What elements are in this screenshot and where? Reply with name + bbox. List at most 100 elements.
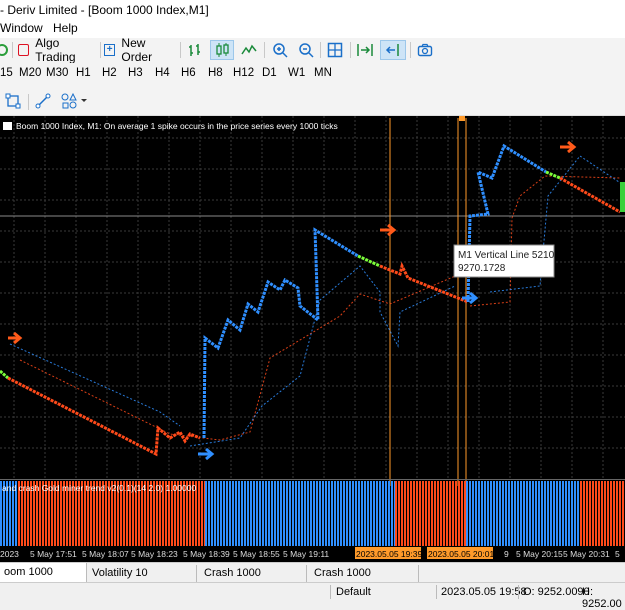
histogram-bar: [340, 481, 342, 546]
autoscroll-svg: [385, 44, 399, 56]
histogram-bar: [526, 481, 528, 546]
histogram-bar: [419, 481, 421, 546]
histogram-bar: [568, 481, 570, 546]
algo-trading-button[interactable]: Algo Trading: [18, 36, 98, 64]
histogram-bar: [352, 481, 354, 546]
histogram-bar: [443, 481, 445, 546]
menu-window[interactable]: Window: [0, 21, 43, 35]
histogram-bar: [592, 481, 594, 546]
bar-chart-icon[interactable]: [184, 40, 206, 60]
tf-h3[interactable]: H3: [128, 67, 143, 79]
trendline-icon[interactable]: [32, 91, 54, 111]
histogram-bar: [559, 481, 561, 546]
screenshot-icon[interactable]: [414, 40, 436, 60]
histogram-bar: [502, 481, 504, 546]
tf-h6[interactable]: H6: [181, 67, 196, 79]
histogram-bar: [265, 481, 267, 546]
histogram-bar: [271, 481, 273, 546]
tab-boom-1000[interactable]: oom 1000 Index,M1: [0, 563, 87, 597]
tf-15[interactable]: 15: [0, 67, 13, 79]
histogram-bar: [601, 481, 603, 546]
chart-shift-icon[interactable]: [353, 40, 377, 60]
time-label: 2023.05.05 20:01: [428, 549, 494, 559]
histogram-bar: [449, 481, 451, 546]
add-chart-icon[interactable]: [0, 40, 8, 60]
tf-h2[interactable]: H2: [102, 67, 117, 79]
tab-volatility-10[interactable]: Volatility 10 Index,M5: [88, 565, 197, 596]
tf-h1[interactable]: H1: [76, 67, 91, 79]
shapes-svg: [61, 93, 87, 109]
histogram-bar: [607, 481, 609, 546]
toolbar-separator: [350, 42, 351, 58]
histogram-bar: [410, 481, 412, 546]
histogram-bar: [220, 481, 222, 546]
histogram-bar: [208, 481, 210, 546]
histogram-bar: [398, 481, 400, 546]
time-label: 9: [504, 549, 509, 559]
histogram-bar: [201, 481, 203, 546]
status-datetime: 2023.05.05 19:58: [441, 586, 527, 598]
histogram-bar: [262, 481, 264, 546]
histogram-bar: [478, 481, 480, 546]
histogram-bar: [583, 481, 585, 546]
histogram-bar: [466, 481, 468, 546]
histogram-bar: [198, 481, 200, 546]
histogram-bar: [322, 481, 324, 546]
candlestick-icon[interactable]: [210, 40, 234, 60]
histogram-bar: [490, 481, 492, 546]
histogram-bar: [310, 481, 312, 546]
histogram-bar: [461, 481, 463, 546]
histogram-bar: [391, 481, 393, 546]
toolbar-separator: [28, 94, 29, 110]
tf-mn[interactable]: MN: [314, 67, 332, 79]
histogram-bar: [283, 481, 285, 546]
time-label: 2023: [0, 549, 19, 559]
histogram-bar: [346, 481, 348, 546]
histogram-bar: [475, 481, 477, 546]
histogram-bar: [301, 481, 303, 546]
menu-help[interactable]: Help: [53, 21, 78, 35]
tf-m30[interactable]: M30: [46, 67, 68, 79]
time-label: 5 May 18:23: [131, 549, 178, 559]
histogram-bar: [541, 481, 543, 546]
histogram-bar: [364, 481, 366, 546]
histogram-bar: [446, 481, 448, 546]
grid-icon[interactable]: [323, 40, 347, 60]
zoom-in-icon[interactable]: [268, 40, 292, 60]
time-label: 5 May 19:11: [283, 549, 329, 559]
histogram-bar: [496, 481, 498, 546]
time-label: 5 May 17:51: [30, 549, 77, 559]
tf-m20[interactable]: M20: [19, 67, 41, 79]
tab-crash-1000-a[interactable]: Crash 1000 Index,M1: [200, 565, 307, 596]
histogram-bar: [428, 481, 430, 546]
tf-h12[interactable]: H12: [233, 67, 254, 79]
histogram-bar: [616, 481, 618, 546]
tf-d1[interactable]: D1: [262, 67, 277, 79]
new-order-button[interactable]: + New Order: [104, 36, 176, 64]
price-chart[interactable]: Boom 1000 Index, M1: On average 1 spike …: [0, 116, 625, 562]
tf-h8[interactable]: H8: [208, 67, 223, 79]
histogram-bar: [217, 481, 219, 546]
tf-w1[interactable]: W1: [288, 67, 305, 79]
tf-h4[interactable]: H4: [155, 67, 170, 79]
vline-handle[interactable]: [459, 116, 465, 121]
time-label: 5 May 20:31: [563, 549, 610, 559]
autoscroll-icon[interactable]: [380, 40, 406, 60]
shapes-icon[interactable]: [58, 91, 90, 111]
histogram-bar: [304, 481, 306, 546]
new-order-label: New Order: [121, 36, 153, 64]
histogram-bar: [622, 481, 624, 546]
subwindow-separator: [0, 479, 625, 480]
tab-crash-1000-b[interactable]: Crash 1000 Index,M1: [310, 565, 419, 596]
crosshair-svg: [5, 93, 21, 109]
histogram-bar: [589, 481, 591, 546]
zoom-out-icon[interactable]: [294, 40, 318, 60]
histogram-bar: [434, 481, 436, 546]
line-chart-icon[interactable]: [238, 40, 260, 60]
histogram-bar: [367, 481, 369, 546]
histogram-bar: [250, 481, 252, 546]
histogram-bar: [422, 481, 424, 546]
histogram-bar: [313, 481, 315, 546]
tooltip-title: M1 Vertical Line 5210: [458, 250, 555, 261]
crosshair-icon[interactable]: [2, 91, 24, 111]
